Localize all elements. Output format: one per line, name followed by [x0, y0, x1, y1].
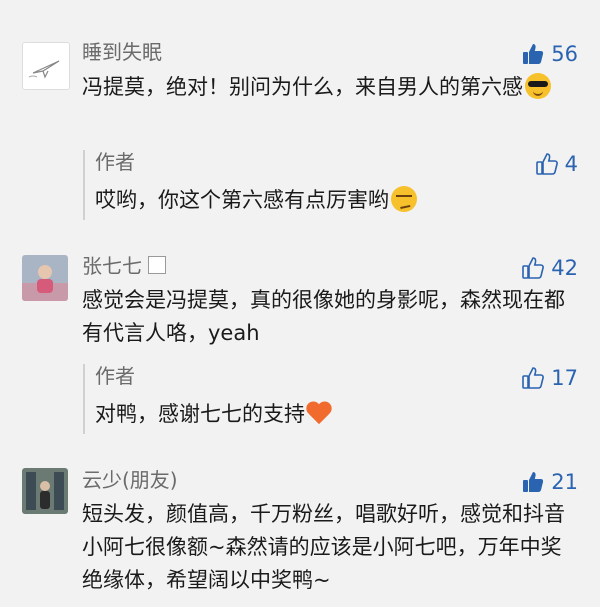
reply-like-button[interactable]: 17	[521, 366, 578, 390]
reply-text-content: 对鸭，感谢七七的支持	[95, 402, 305, 426]
comment-author-name[interactable]: 张七七	[82, 254, 166, 278]
reply-like-button[interactable]: 4	[535, 152, 578, 176]
comment-text: 短头发，颜值高，千万粉丝，唱歌好听，感觉和抖音小阿七很像额~森然请的应该是小阿七…	[82, 502, 565, 592]
avatar[interactable]	[22, 255, 68, 301]
smirk-face-emoji	[391, 186, 417, 212]
comment-author-name[interactable]: 云少(朋友)	[82, 468, 178, 492]
like-button[interactable]: 21	[521, 470, 578, 494]
like-button[interactable]: 56	[521, 42, 578, 66]
reply-author: 作者	[95, 364, 135, 388]
like-count: 42	[551, 256, 578, 280]
like-count: 21	[551, 470, 578, 494]
author-reply: 作者 对鸭，感谢七七的支持	[83, 364, 333, 434]
comment-author-name[interactable]: 睡到失眠	[82, 40, 162, 64]
paper-plane-icon	[23, 43, 69, 89]
avatar[interactable]	[22, 468, 68, 514]
user-photo-icon	[22, 468, 68, 514]
reply-text-content: 哎哟，你这个第六感有点厉害哟	[95, 188, 389, 212]
like-button[interactable]: 42	[521, 256, 578, 280]
comment-author-name-text: 张七七	[82, 254, 142, 278]
reply-text: 哎哟，你这个第六感有点厉害哟	[95, 184, 417, 217]
reply-like-count: 4	[564, 152, 578, 176]
thumbs-up-filled-icon	[523, 44, 544, 64]
heart-emoji	[307, 402, 333, 426]
reply-author: 作者	[95, 150, 135, 174]
comment-text-content: 冯提莫，绝对！别问为什么，来自男人的第六感	[82, 75, 523, 99]
thumbs-up-filled-icon	[523, 472, 544, 492]
comment-text: 感觉会是冯提莫，真的很像她的身影呢，森然现在都有代言人咯，yeah	[82, 288, 565, 345]
author-reply: 作者 哎哟，你这个第六感有点厉害哟	[83, 150, 417, 220]
reply-like-count: 17	[551, 366, 578, 390]
comment-text: 冯提莫，绝对！别问为什么，来自男人的第六感	[82, 71, 582, 104]
user-photo-icon	[22, 255, 68, 301]
thumbs-up-outline-icon	[522, 257, 545, 279]
cool-face-emoji	[525, 73, 551, 99]
thumbs-up-outline-icon	[522, 367, 545, 389]
like-count: 56	[551, 42, 578, 66]
thumbs-up-outline-icon	[535, 153, 558, 175]
avatar[interactable]	[22, 42, 70, 90]
checkbox-icon	[148, 256, 166, 274]
reply-text: 对鸭，感谢七七的支持	[95, 398, 333, 431]
